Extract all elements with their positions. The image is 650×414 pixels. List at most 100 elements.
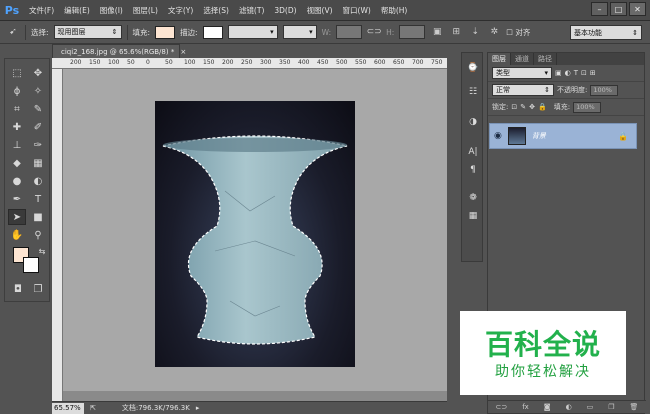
menu-image[interactable]: 图像(I): [95, 5, 128, 16]
minimize-button[interactable]: –: [591, 2, 608, 16]
blend-mode-dropdown[interactable]: 正常 ⇕: [492, 84, 554, 96]
zoom-level-field[interactable]: 65.57%: [52, 402, 84, 414]
menu-filter[interactable]: 滤镜(T): [234, 5, 269, 16]
lock-pixels-icon[interactable]: ⊡: [511, 103, 517, 111]
path-operations-icon[interactable]: ▣: [430, 25, 444, 39]
menu-window[interactable]: 窗口(W): [338, 5, 376, 16]
history-icon[interactable]: ⌚: [465, 61, 481, 75]
fx-icon[interactable]: fx: [522, 403, 529, 411]
document-image[interactable]: [155, 101, 355, 367]
ruler-tick-label: 550: [355, 59, 367, 66]
path-alignment-icon[interactable]: ⊞: [449, 25, 463, 39]
settings-gear-icon[interactable]: ✲: [487, 25, 501, 39]
filter-shape-icon[interactable]: ⊡: [581, 69, 587, 77]
align-edges-checkbox[interactable]: ☐ 对齐: [506, 27, 530, 38]
adjustment-icon[interactable]: ◐: [566, 403, 572, 411]
h-label: H:: [386, 27, 395, 37]
folder-icon[interactable]: ▭: [587, 403, 594, 411]
crop-tool-icon[interactable]: ⌗: [8, 101, 26, 117]
properties-icon[interactable]: ☷: [465, 85, 481, 99]
adjustments-icon[interactable]: ◑: [465, 115, 481, 129]
document-info: 文档:796.3K/796.3K: [121, 404, 190, 412]
tab-paths[interactable]: 路径: [534, 53, 557, 65]
menu-3d[interactable]: 3D(D): [269, 6, 301, 15]
blur-tool-icon[interactable]: ●: [8, 173, 26, 189]
path-selection-tool-icon[interactable]: ➤: [8, 209, 26, 225]
swap-colors-icon[interactable]: ⇆: [33, 243, 51, 259]
menu-layer[interactable]: 图层(L): [128, 5, 163, 16]
background-color-swatch[interactable]: [23, 257, 39, 273]
dodge-tool-icon[interactable]: ◐: [29, 173, 47, 189]
lock-position-icon[interactable]: ✥: [529, 103, 535, 111]
quick-mask-icon[interactable]: ◘: [9, 281, 27, 297]
layer-kind-dropdown[interactable]: 类型 ▾: [492, 67, 552, 79]
eyedropper-tool-icon[interactable]: ✎: [29, 101, 47, 117]
lock-all-icon[interactable]: 🔒: [538, 103, 547, 111]
healing-brush-tool-icon[interactable]: ✚: [8, 119, 26, 135]
mask-icon[interactable]: ◙: [544, 403, 551, 411]
ruler-tick-label: 600: [374, 59, 386, 66]
menu-select[interactable]: 选择(S): [198, 5, 234, 16]
clone-stamp-tool-icon[interactable]: ⊥: [8, 137, 26, 153]
menu-type[interactable]: 文字(Y): [163, 5, 198, 16]
tab-layers[interactable]: 图层: [488, 53, 511, 65]
stroke-width-field[interactable]: ▾: [227, 25, 278, 39]
magic-wand-tool-icon[interactable]: ✧: [29, 83, 47, 99]
select-dropdown[interactable]: 现用图层 ⇕: [53, 25, 122, 39]
menu-view[interactable]: 视图(V): [302, 5, 338, 16]
fill-color-swatch[interactable]: [155, 25, 176, 39]
status-menu-icon[interactable]: ▸: [196, 404, 200, 412]
opacity-field[interactable]: 100%: [590, 84, 619, 96]
paragraph-icon[interactable]: ¶: [465, 163, 481, 177]
lasso-tool-icon[interactable]: ϕ: [8, 83, 26, 99]
height-field[interactable]: [399, 25, 426, 39]
filter-type-icon[interactable]: T: [574, 69, 578, 77]
filter-smart-icon[interactable]: ⊞: [590, 69, 596, 77]
close-tab-icon[interactable]: ×: [180, 48, 186, 56]
menu-file[interactable]: 文件(F): [24, 5, 59, 16]
filter-adjustment-icon[interactable]: ◐: [565, 69, 571, 77]
watermark-title: 百科全说: [484, 328, 601, 361]
zoom-tool-icon[interactable]: ⚲: [29, 227, 47, 243]
trash-icon[interactable]: 🗑: [630, 403, 639, 411]
styles-icon[interactable]: ❁: [465, 191, 481, 205]
gradient-tool-icon[interactable]: ▦: [29, 155, 47, 171]
path-select-tool-icon[interactable]: ➹: [6, 25, 20, 39]
ruler-tick-label: 750: [431, 59, 443, 66]
new-layer-icon[interactable]: ❐: [608, 403, 614, 411]
fill-field[interactable]: 100%: [573, 101, 602, 113]
export-icon[interactable]: ⇱: [90, 404, 96, 412]
restore-button[interactable]: □: [610, 2, 627, 16]
tab-channels[interactable]: 通道: [511, 53, 534, 65]
width-field[interactable]: [336, 25, 363, 39]
marquee-tool-icon[interactable]: ⬚: [8, 65, 26, 81]
shape-tool-icon[interactable]: ■: [29, 209, 47, 225]
brush-tool-icon[interactable]: ✐: [29, 119, 47, 135]
vase-image: [162, 135, 348, 345]
screen-mode-icon[interactable]: ❐: [29, 281, 47, 297]
close-button[interactable]: ✕: [629, 2, 646, 16]
path-arrangement-icon[interactable]: ⇣: [468, 25, 482, 39]
eraser-tool-icon[interactable]: ◆: [8, 155, 26, 171]
character-icon[interactable]: A|: [465, 145, 481, 159]
type-tool-icon[interactable]: T: [29, 191, 47, 207]
menu-help[interactable]: 帮助(H): [376, 5, 413, 16]
document-title: ciqi2_168.jpg @ 65.6%(RGB/8) *: [61, 47, 175, 56]
history-brush-tool-icon[interactable]: ✑: [29, 137, 47, 153]
lock-paint-icon[interactable]: ✎: [520, 103, 526, 111]
pen-tool-icon[interactable]: ✒: [8, 191, 26, 207]
link-icon[interactable]: ⊂⊃: [495, 403, 507, 411]
canvas-area[interactable]: [63, 69, 447, 391]
menu-edit[interactable]: 编辑(E): [59, 5, 95, 16]
stroke-type-dropdown[interactable]: ▾: [282, 25, 317, 39]
filter-pixel-icon[interactable]: ▣: [555, 69, 562, 77]
visibility-eye-icon[interactable]: ◉: [494, 131, 502, 141]
swatches-icon[interactable]: ▦: [465, 209, 481, 223]
workspace-dropdown[interactable]: 基本功能 ⇕: [570, 25, 642, 40]
layer-row-background[interactable]: ◉ 背景 🔒: [489, 123, 637, 149]
stroke-color-swatch[interactable]: [202, 25, 223, 39]
link-icon[interactable]: ⊂⊃: [367, 25, 382, 39]
move-tool-icon[interactable]: ✥: [29, 65, 47, 81]
hand-tool-icon[interactable]: ✋: [8, 227, 26, 243]
document-tab[interactable]: ciqi2_168.jpg @ 65.6%(RGB/8) * ×: [52, 44, 186, 58]
